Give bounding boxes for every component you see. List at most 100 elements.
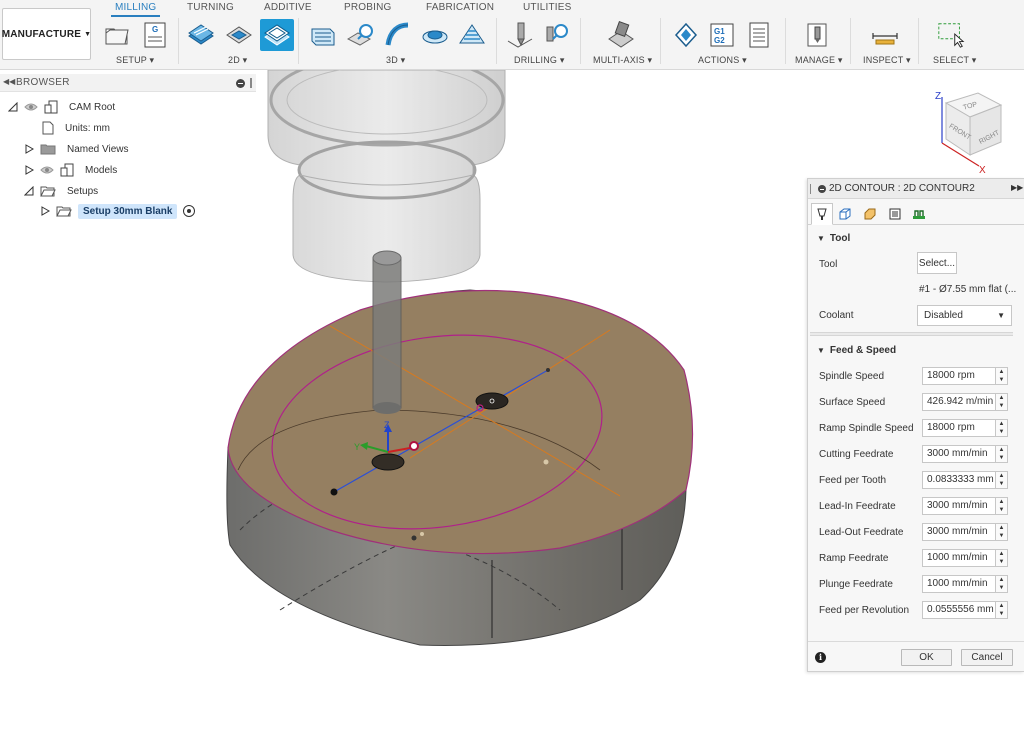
2d-contour-button[interactable] [260, 19, 294, 51]
tab-heights[interactable] [859, 203, 881, 225]
group-3d[interactable]: 3D ▾ [386, 55, 405, 66]
group-multi-axis[interactable]: MULTI-AXIS ▾ [593, 55, 652, 66]
3d-contour-button[interactable] [383, 19, 413, 51]
tab-tool[interactable] [811, 203, 833, 225]
3d-pocket-button[interactable] [345, 19, 375, 51]
tree-item-setup-30mm-blank[interactable]: Setup 30mm Blank [40, 201, 196, 221]
setup-button[interactable]: G [140, 19, 170, 51]
post-process-icon: G1G2 [710, 23, 734, 47]
hole-recognition-icon [546, 24, 568, 42]
group-setup[interactable]: SETUP ▾ [116, 55, 154, 66]
collapsed-triangle-icon[interactable] [40, 206, 50, 216]
spinner-arrows-icon[interactable]: ▲ ▼ [995, 523, 1008, 541]
3d-scallop-button[interactable] [457, 19, 487, 51]
expanded-triangle-icon[interactable] [8, 102, 18, 112]
ok-button[interactable]: OK [901, 649, 952, 666]
spinner-arrows-icon[interactable]: ▲ ▼ [995, 471, 1008, 489]
info-icon[interactable]: i [815, 652, 826, 663]
3d-scallop-icon [459, 24, 485, 44]
group-manage[interactable]: MANAGE ▾ [795, 55, 843, 66]
dialog-titlebar[interactable]: 2D CONTOUR : 2D CONTOUR2 ▶▶ [808, 179, 1024, 199]
triad-origin [409, 441, 419, 451]
group-select[interactable]: SELECT ▾ [933, 55, 976, 66]
post-process-button[interactable]: G1 G2 [707, 19, 737, 51]
dialog-grip-icon[interactable] [810, 184, 812, 194]
toolbar-divider [660, 18, 661, 64]
eye-icon[interactable] [40, 165, 54, 175]
path-endpoint[interactable] [330, 488, 338, 496]
expand-double-arrow-icon[interactable]: ▶▶ [1011, 183, 1023, 192]
group-actions[interactable]: ACTIONS ▾ [698, 55, 747, 66]
group-inspect[interactable]: INSPECT ▾ [863, 55, 911, 66]
cancel-button[interactable]: Cancel [961, 649, 1013, 666]
collapse-panel-icon[interactable] [236, 79, 245, 88]
tab-turning[interactable]: TURNING [187, 2, 234, 13]
tool-section-header[interactable]: ▼ Tool [817, 233, 850, 244]
geometry-tab-icon [839, 208, 851, 220]
hole-marker[interactable] [475, 392, 509, 410]
component-icon [60, 163, 74, 177]
activate-target-icon[interactable] [183, 205, 196, 217]
tab-geometry[interactable] [834, 203, 856, 225]
field-label: Cutting Feedrate [819, 449, 894, 460]
spinner-arrows-icon[interactable]: ▲ ▼ [995, 549, 1008, 567]
field-label: Surface Speed [819, 397, 886, 408]
coolant-dropdown[interactable]: Disabled ▼ [917, 305, 1012, 326]
multi-axis-button[interactable] [605, 19, 635, 51]
tab-fabrication[interactable]: FABRICATION [426, 2, 494, 13]
tree-item-cam-root[interactable]: CAM Root [8, 97, 120, 117]
drill-button[interactable] [505, 19, 535, 51]
window-select-button[interactable] [936, 19, 966, 51]
view-cube[interactable]: TOP FRONT RIGHT Z X [935, 91, 1003, 176]
cutting-tool[interactable] [372, 250, 402, 414]
expanded-triangle-icon[interactable] [24, 186, 34, 196]
tool-holder[interactable] [267, 70, 506, 283]
spinner-arrows-icon[interactable]: ▲ ▼ [995, 419, 1008, 437]
setup-sheet-button[interactable] [744, 19, 774, 51]
spinner-arrows-icon[interactable]: ▲ ▼ [995, 497, 1008, 515]
tab-linking[interactable] [908, 203, 930, 225]
tool-library-button[interactable] [802, 19, 832, 51]
2d-contour-icon [264, 24, 290, 46]
spinner-arrows-icon[interactable]: ▲ ▼ [995, 601, 1008, 619]
collapsed-triangle-icon[interactable] [24, 144, 34, 154]
collapsed-triangle-icon[interactable] [24, 165, 34, 175]
feed-speed-section-header[interactable]: ▼ Feed & Speed [817, 345, 896, 356]
browser-title: BROWSER [16, 77, 70, 88]
group-2d[interactable]: 2D ▾ [228, 55, 247, 66]
coolant-label: Coolant [819, 310, 854, 321]
workspace-label: MANUFACTURE [1, 28, 82, 40]
collapse-double-arrow-icon[interactable]: ◀◀ [3, 77, 15, 86]
tree-label-models: Models [85, 164, 118, 176]
2d-adaptive-button[interactable] [186, 19, 216, 51]
2d-pocket-button[interactable] [224, 19, 254, 51]
spinner-arrows-icon[interactable]: ▲ ▼ [995, 393, 1008, 411]
tab-additive[interactable]: ADDITIVE [264, 2, 312, 13]
field-label: Plunge Feedrate [819, 579, 893, 590]
hole-recognition-button[interactable] [542, 19, 572, 51]
group-drilling[interactable]: DRILLING ▾ [514, 55, 565, 66]
tab-passes[interactable] [884, 203, 906, 225]
stock-top-face[interactable] [227, 289, 694, 555]
tree-item-setups[interactable]: Setups [24, 181, 103, 201]
tree-item-named-views[interactable]: Named Views [24, 139, 134, 159]
eye-icon[interactable] [24, 102, 38, 112]
tab-utilities[interactable]: UTILITIES [523, 2, 571, 13]
collapse-dialog-icon[interactable] [818, 185, 826, 193]
viewcube-x-label: X [979, 165, 986, 176]
measure-button[interactable] [870, 19, 900, 51]
spinner-arrows-icon[interactable]: ▲ ▼ [995, 575, 1008, 593]
select-tool-button[interactable]: Select... [917, 252, 957, 274]
tree-item-units[interactable]: Units: mm [42, 118, 115, 138]
spinner-arrows-icon[interactable]: ▲ ▼ [995, 367, 1008, 385]
3d-adaptive-button[interactable] [308, 19, 338, 51]
tab-probing[interactable]: PROBING [344, 2, 392, 13]
simulate-button[interactable] [671, 19, 701, 51]
panel-grip-icon[interactable] [250, 78, 252, 88]
new-folder-button[interactable] [102, 19, 132, 51]
3d-parallel-button[interactable] [420, 19, 450, 51]
workspace-switcher[interactable]: MANUFACTURE ▼ [2, 8, 91, 60]
tree-item-models[interactable]: Models [24, 160, 122, 180]
spinner-arrows-icon[interactable]: ▲ ▼ [995, 445, 1008, 463]
tab-milling[interactable]: MILLING [110, 2, 161, 17]
